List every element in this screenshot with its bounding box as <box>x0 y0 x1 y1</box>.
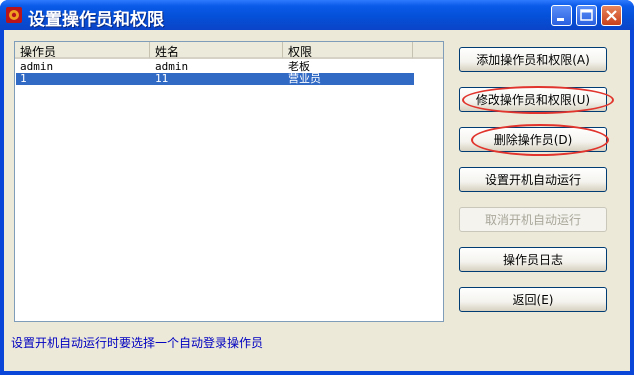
operator-list[interactable]: 操作员 姓名 权限 admin admin 老板 1 11 营业员 <box>14 41 444 322</box>
hint-text: 设置开机自动运行时要选择一个自动登录操作员 <box>11 336 264 350</box>
window-title: 设置操作员和权限 <box>28 10 164 30</box>
close-icon <box>606 10 617 21</box>
cell-name: 11 <box>155 73 169 85</box>
modify-operator-button[interactable]: 修改操作员和权限(U) <box>459 87 607 112</box>
column-name[interactable]: 姓名 <box>150 42 283 59</box>
app-icon <box>6 7 22 23</box>
title-bar[interactable]: 设置操作员和权限 <box>0 0 634 30</box>
add-operator-button[interactable]: 添加操作员和权限(A) <box>459 47 607 72</box>
cell-operator: admin <box>20 61 54 73</box>
set-autorun-button[interactable]: 设置开机自动运行 <box>459 167 607 192</box>
dialog-body: 操作员 姓名 权限 admin admin 老板 1 11 营业员 添加操作员和… <box>4 30 630 371</box>
list-header: 操作员 姓名 权限 <box>15 42 443 59</box>
minimize-icon <box>557 18 564 21</box>
table-row[interactable]: admin admin 老板 <box>16 61 414 73</box>
dialog-window: 设置操作员和权限 操作员 姓名 权限 admin admin 老板 1 11 营… <box>0 0 634 375</box>
table-row-selected[interactable]: 1 11 营业员 <box>16 73 414 85</box>
column-operator[interactable]: 操作员 <box>15 42 150 59</box>
delete-operator-button[interactable]: 删除操作员(D) <box>459 127 607 152</box>
operator-log-button[interactable]: 操作员日志 <box>459 247 607 272</box>
minimize-button[interactable] <box>551 5 572 26</box>
cell-permission: 营业员 <box>288 73 321 85</box>
cell-name: admin <box>155 61 189 73</box>
column-permission[interactable]: 权限 <box>283 42 413 59</box>
cancel-autorun-button[interactable]: 取消开机自动运行 <box>459 207 607 232</box>
back-button[interactable]: 返回(E) <box>459 287 607 312</box>
maximize-icon <box>580 9 593 21</box>
cell-operator: 1 <box>20 73 27 85</box>
column-filler <box>413 42 443 59</box>
cell-permission: 老板 <box>288 61 310 73</box>
maximize-button[interactable] <box>576 5 597 26</box>
close-button[interactable] <box>601 5 622 26</box>
